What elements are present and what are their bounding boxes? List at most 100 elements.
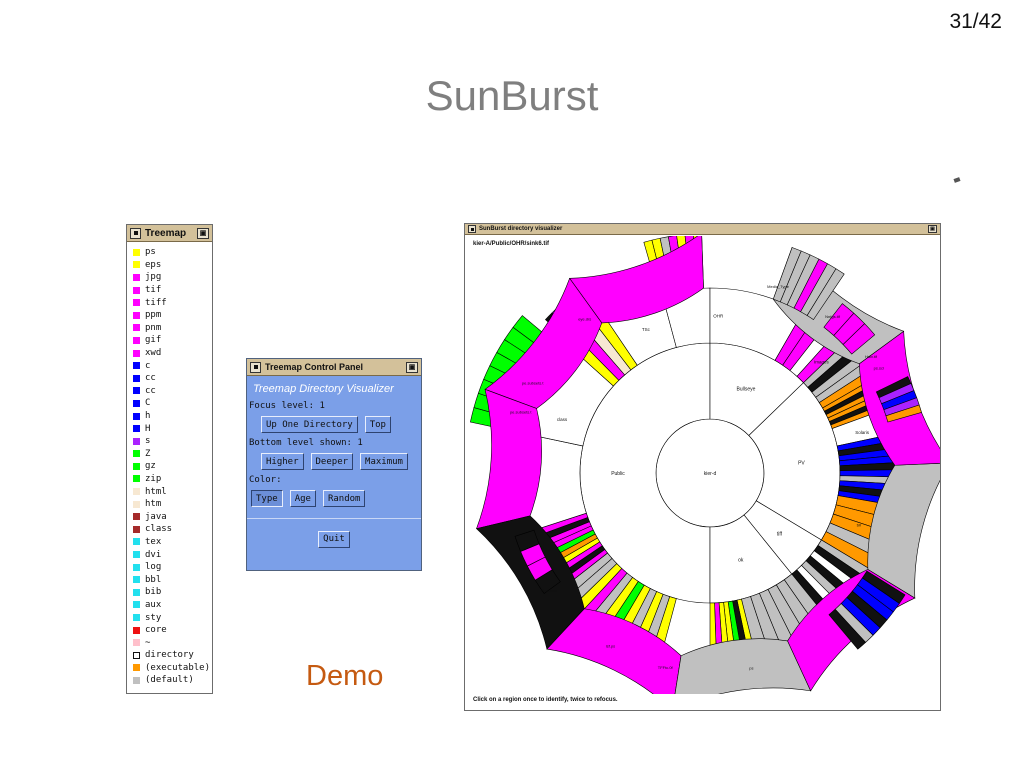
legend-label: jpg [145, 272, 162, 283]
divider [247, 518, 421, 519]
legend-label: cc [145, 373, 156, 384]
color-age-button[interactable]: Age [289, 490, 316, 507]
ring2-label: class [557, 417, 568, 422]
ring2-label: TSc [642, 327, 651, 332]
legend-swatch [133, 425, 140, 433]
legend-item: class [133, 523, 206, 536]
file-label: Media_Type [767, 284, 790, 289]
sunburst-instructions: Click on a region once to identify, twic… [473, 697, 618, 703]
legend-item: pnm [133, 322, 206, 335]
legend-item: (default) [133, 674, 206, 687]
quit-button[interactable]: Quit [318, 530, 350, 548]
legend-label: ~ [145, 637, 151, 648]
legend-label: tex [145, 536, 162, 547]
sunburst-diagram[interactable]: kier-d Public Bullseye PV tiff ok class TSc OHR I… [465, 236, 940, 694]
ring1-label: PV [798, 461, 805, 467]
legend-swatch [133, 601, 140, 609]
treemap-control-panel: Treemap Control Panel ▣ Treemap Director… [246, 358, 422, 571]
file-label: ps [749, 666, 753, 671]
legend-label: gz [145, 461, 156, 472]
legend-item: dvi [133, 548, 206, 561]
ring3-segment[interactable] [672, 638, 812, 694]
legend-swatch [133, 450, 140, 458]
file-label: PhdLin-rf [541, 588, 558, 593]
file-label: Hdiv.tif [865, 354, 878, 359]
legend-swatch [133, 614, 140, 622]
legend-item: h [133, 410, 206, 423]
legend-label: (executable) [145, 662, 211, 673]
legend-item: cc [133, 372, 206, 385]
legend-swatch [133, 248, 140, 256]
legend-swatch [133, 437, 140, 445]
legend-label: xwd [145, 348, 162, 359]
window-menu-icon[interactable] [468, 225, 476, 233]
legend-label: gif [145, 335, 162, 346]
top-button[interactable]: Top [364, 416, 391, 433]
legend-label: log [145, 562, 162, 573]
maximize-icon[interactable]: ▣ [406, 361, 418, 373]
legend-swatch [133, 324, 140, 332]
sunburst-title: SunBurst directory visualizer [479, 226, 563, 232]
file-label: pe.subsets.t [510, 410, 532, 415]
file-label: Nnfgs.tif [825, 314, 841, 319]
legend-item: tex [133, 536, 206, 549]
sunburst-window: SunBurst directory visualizer ▣ kier-A/P… [464, 223, 941, 711]
ring1-label: ok [738, 558, 744, 564]
higher-button[interactable]: Higher [261, 453, 304, 470]
legend-swatch [133, 488, 140, 496]
legend-label: dvi [145, 549, 162, 560]
legend-swatch [133, 513, 140, 521]
legend-label: core [145, 625, 167, 636]
legend-swatch [133, 551, 140, 559]
window-menu-icon[interactable] [130, 227, 141, 239]
demo-link[interactable]: Demo [306, 660, 383, 693]
maximum-button[interactable]: Maximum [360, 453, 408, 470]
legend-label: H [145, 423, 151, 434]
legend-item: xwd [133, 347, 206, 360]
legend-swatch [133, 651, 140, 659]
slide-title: SunBurst [425, 72, 599, 119]
ring1-label: Public [611, 471, 625, 477]
legend-label: tif [145, 285, 162, 296]
legend-swatch [133, 538, 140, 546]
legend-swatch [133, 475, 140, 483]
color-random-button[interactable]: Random [322, 490, 366, 507]
up-one-directory-button[interactable]: Up One Directory [261, 416, 358, 433]
control-panel-title: Treemap Control Panel [265, 362, 364, 372]
file-label: lsf.ps [606, 643, 615, 648]
legend-label: class [145, 524, 173, 535]
control-panel-titlebar[interactable]: Treemap Control Panel ▣ [247, 359, 421, 376]
legend-swatch [133, 374, 140, 382]
maximize-icon[interactable]: ▣ [197, 227, 209, 239]
legend-item: gif [133, 334, 206, 347]
legend-swatch [133, 500, 140, 508]
stray-mark [953, 177, 961, 183]
legend-item: tiff [133, 296, 206, 309]
color-type-button[interactable]: Type [251, 490, 283, 507]
legend-label: pnm [145, 322, 162, 333]
legend-swatch [133, 563, 140, 571]
legend-item: C [133, 397, 206, 410]
deeper-button[interactable]: Deeper [310, 453, 354, 470]
legend-list: ps eps jpg tif tiff ppm pnm gif xwd c cc cc Ch Hs Zgz z… [127, 242, 212, 691]
sunburst-titlebar[interactable]: SunBurst directory visualizer ▣ [465, 224, 940, 235]
treemap-legend-window: Treemap ▣ ps eps jpg tif tiff ppm pnm gif xwd c cc… [126, 224, 213, 694]
legend-label: Z [145, 448, 151, 459]
legend-item: directory [133, 649, 206, 662]
legend-item: java [133, 510, 206, 523]
focus-level-label: Focus level: 1 [249, 401, 325, 411]
file-label: pe.subsets.t [522, 381, 544, 386]
legend-label: s [145, 436, 151, 447]
legend-swatch [133, 462, 140, 470]
legend-item: s [133, 435, 206, 448]
maximize-icon[interactable]: ▣ [928, 225, 937, 233]
file-label: eye.drs [578, 316, 591, 321]
ring1-label: Bullseye [736, 386, 755, 392]
legend-label: htm [145, 499, 162, 510]
legend-titlebar[interactable]: Treemap ▣ [127, 225, 212, 242]
legend-label: zip [145, 473, 162, 484]
window-menu-icon[interactable] [250, 361, 261, 373]
legend-swatch [133, 299, 140, 307]
legend-item: gz [133, 460, 206, 473]
bottom-level-label: Bottom level shown: 1 [249, 438, 363, 448]
